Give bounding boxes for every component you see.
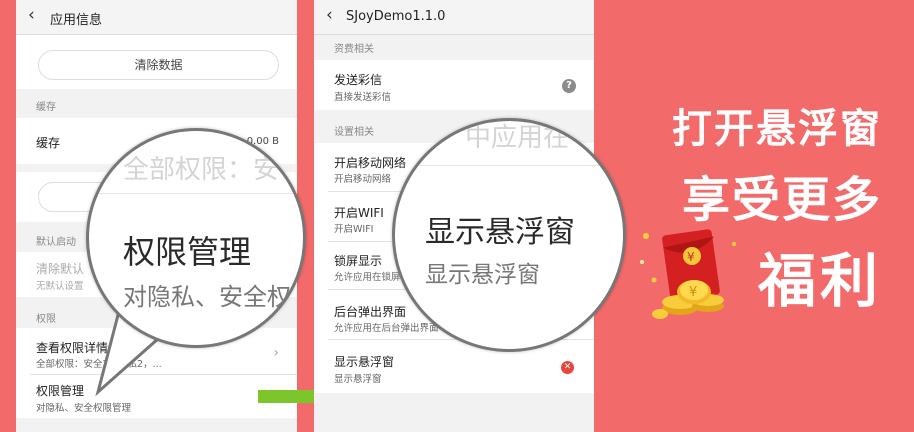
floating-window-subtitle: 显示悬浮窗 (334, 374, 382, 385)
red-envelope-icon: ¥ ¥ (640, 229, 736, 319)
magnifier-floating-window: 中应用在 显示悬浮窗 显示悬浮窗 (392, 118, 626, 352)
top-bar: ‹ SJoyDemo1.1.0 (314, 0, 594, 35)
send-mms-title: 发送彩信 (334, 73, 383, 87)
magnified-title: 显示悬浮窗 (425, 215, 575, 250)
background-popup-title[interactable]: 后台弹出界面 (334, 303, 406, 320)
promo-line-1: 打开悬浮窗 (672, 106, 882, 152)
close-icon[interactable]: ✕ (561, 361, 574, 374)
magnified-ghost-text: 中应用在 (465, 123, 570, 153)
magnified-subtitle: 显示悬浮窗 (425, 262, 540, 288)
background-popup-subtitle: 允许应用在后台弹出界面 (334, 323, 439, 334)
wifi-subtitle: 开启WIFI (334, 224, 374, 235)
mobile-network-subtitle: 开启移动网络 (334, 174, 392, 185)
promo-line-2: 享受更多 (681, 172, 882, 228)
back-arrow-icon[interactable]: ‹ (326, 5, 333, 25)
charge-section-header: 资费相关 (334, 44, 374, 55)
promo-line-3: 福利 (757, 247, 882, 315)
svg-text:¥: ¥ (687, 250, 695, 264)
mobile-network-title[interactable]: 开启移动网络 (334, 154, 406, 171)
lock-screen-title[interactable]: 锁屏显示 (334, 252, 382, 269)
magnifier-permission-management: 全部权限：安 权限管理 对隐私、安全权 (86, 128, 306, 348)
page-title: SJoyDemo1.1.0 (346, 9, 446, 24)
magnified-divider (395, 165, 623, 166)
charge-list: 发送彩信 直接发送彩信 ? (314, 60, 594, 110)
floating-window-title[interactable]: 显示悬浮窗 (334, 353, 394, 370)
svg-text:¥: ¥ (689, 285, 697, 300)
magnified-subtitle: 对隐私、安全权 (123, 283, 291, 311)
settings-section-header: 设置相关 (334, 127, 374, 138)
magnified-divider (89, 193, 303, 194)
magnified-ghost-text: 全部权限：安 (123, 155, 280, 185)
magnified-title: 权限管理 (123, 233, 252, 271)
wifi-title[interactable]: 开启WIFI (334, 204, 384, 221)
help-icon[interactable]: ? (562, 79, 576, 93)
send-mms-subtitle: 直接发送彩信 (334, 92, 392, 103)
